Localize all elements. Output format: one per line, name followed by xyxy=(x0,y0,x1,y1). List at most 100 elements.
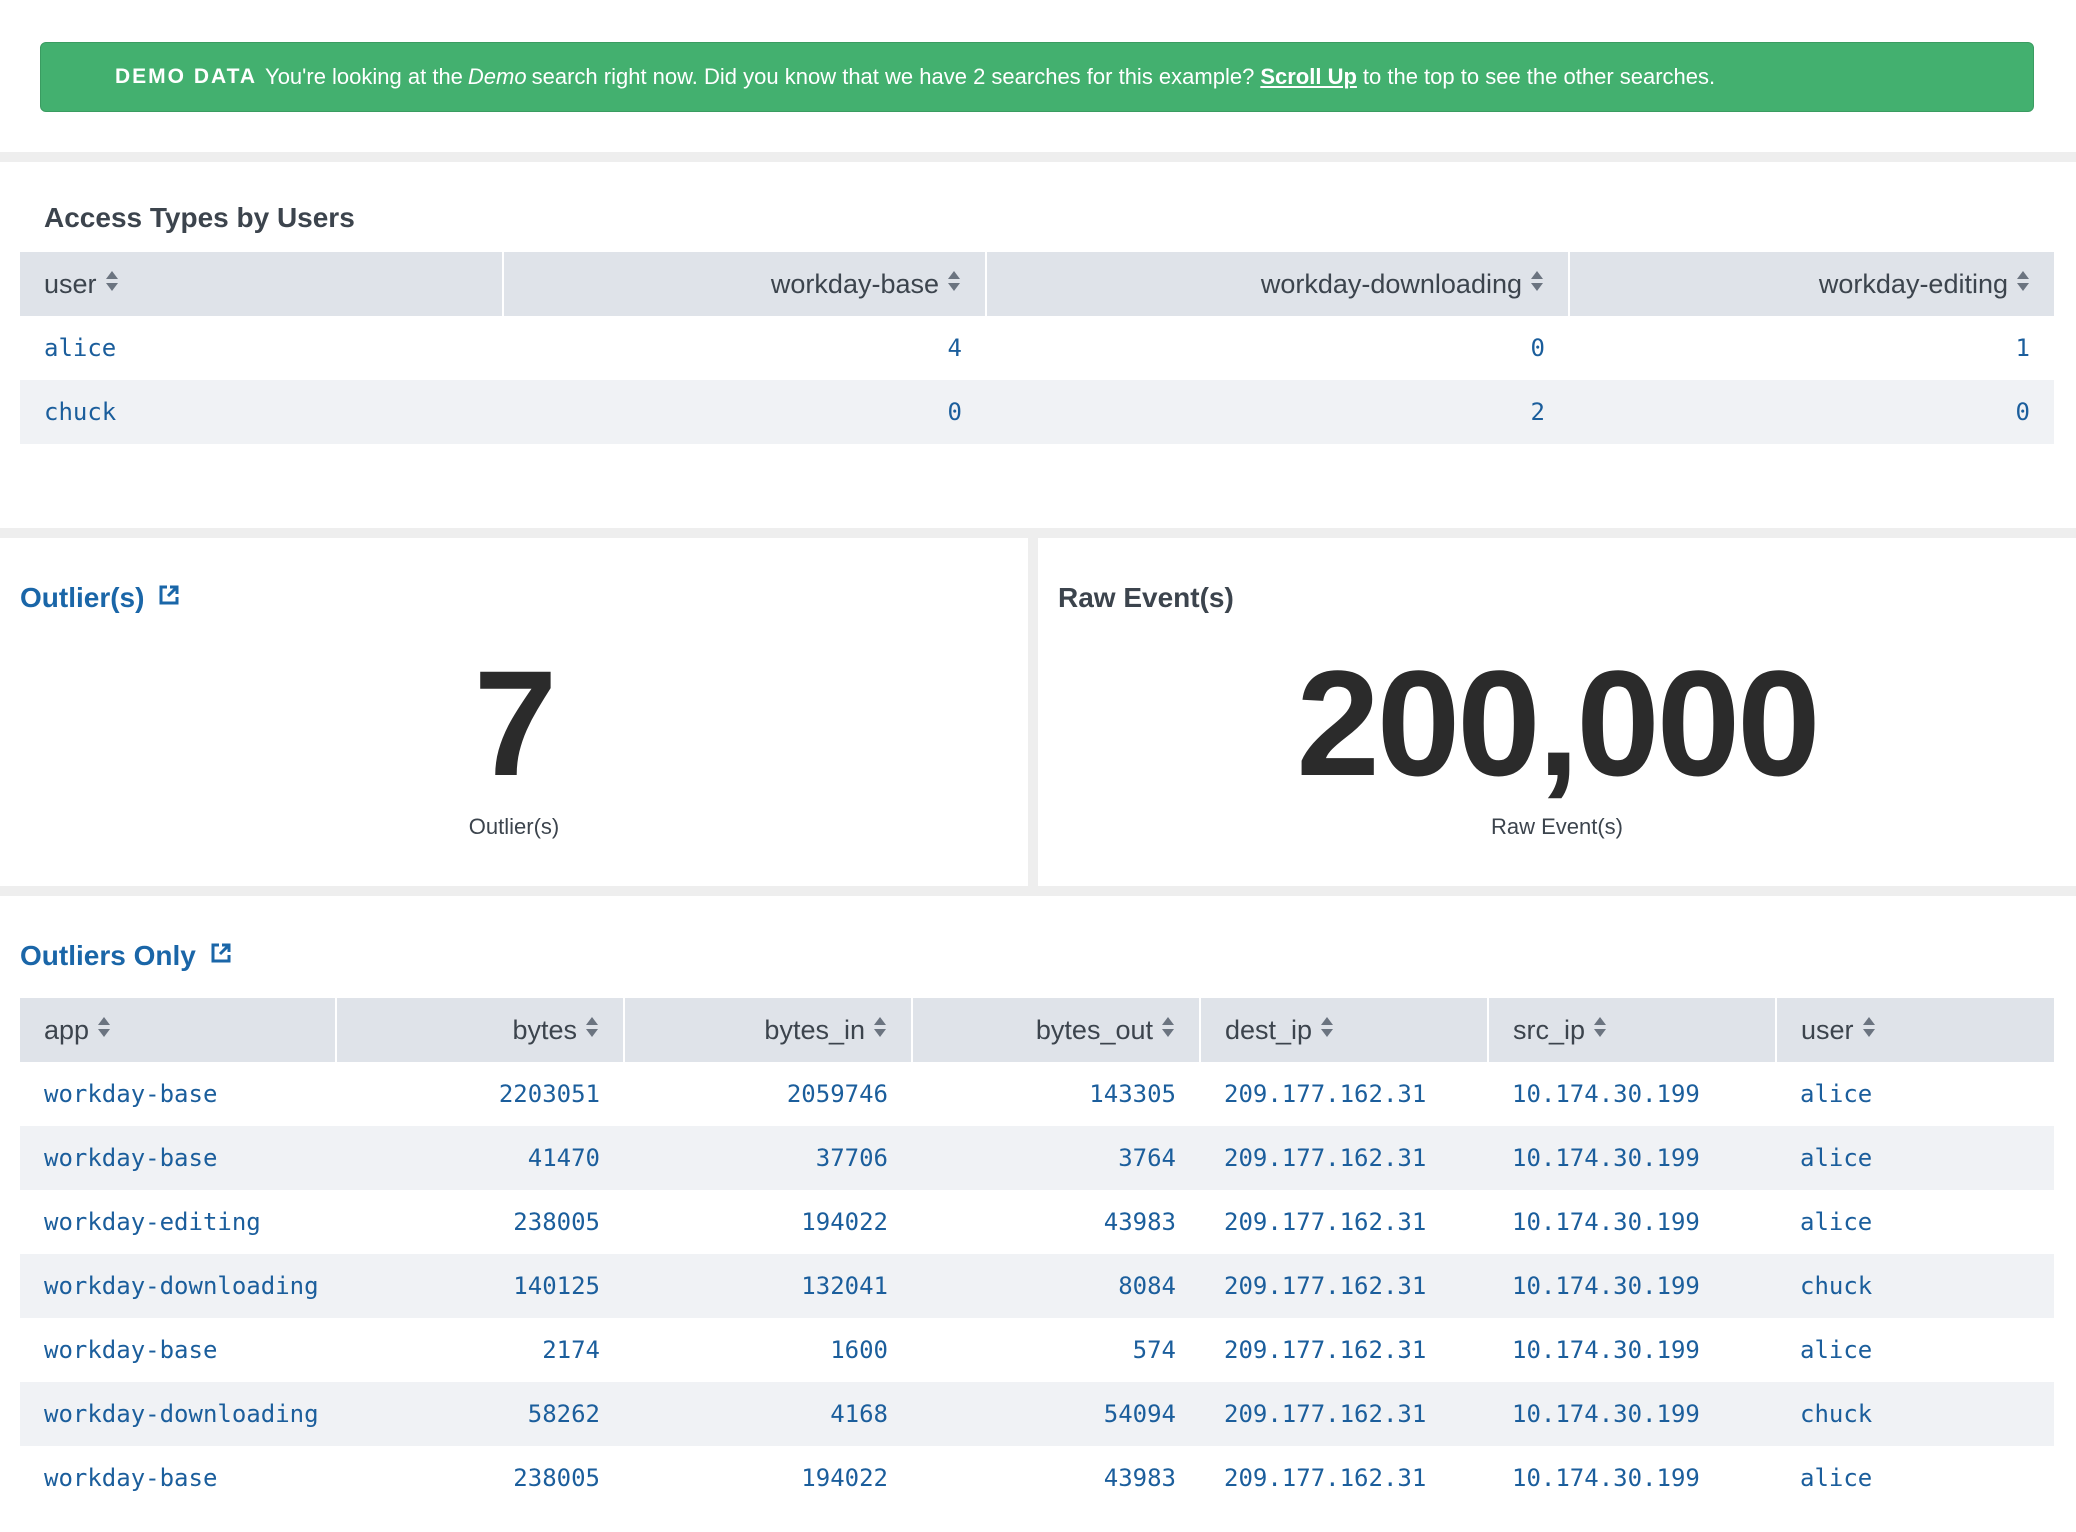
demo-data-banner: DEMO DATA You're looking at the Demo sea… xyxy=(40,42,2034,112)
table-header-row: app bytes bytes_in bytes_out dest_ip src… xyxy=(20,998,2054,1062)
table-cell[interactable]: 143305 xyxy=(912,1062,1200,1126)
table-cell[interactable]: 132041 xyxy=(624,1254,912,1318)
table-cell[interactable]: 209.177.162.31 xyxy=(1200,1126,1488,1190)
table-cell[interactable]: 10.174.30.199 xyxy=(1488,1382,1776,1446)
table-cell[interactable]: 0 xyxy=(986,316,1569,380)
sort-icon xyxy=(1862,1014,1876,1045)
table-cell[interactable]: 10.174.30.199 xyxy=(1488,1062,1776,1126)
table-cell[interactable]: 2 xyxy=(986,380,1569,444)
table-cell[interactable]: 10.174.30.199 xyxy=(1488,1254,1776,1318)
sort-icon xyxy=(2016,268,2030,299)
table-cell[interactable]: 2203051 xyxy=(336,1062,624,1126)
banner-search-name: Demo xyxy=(467,64,527,89)
column-header-user[interactable]: user xyxy=(20,252,503,316)
outliers-count-panel: Outlier(s) 7 Outlier(s) xyxy=(0,538,1028,886)
column-header-workday-downloading[interactable]: workday-downloading xyxy=(985,252,1569,316)
table-cell[interactable]: 209.177.162.31 xyxy=(1200,1446,1488,1510)
table-row: workday-downloading 140125 132041 8084 209.1… xyxy=(20,1254,2054,1318)
sort-icon xyxy=(105,268,119,299)
column-header-workday-base[interactable]: workday-base xyxy=(502,252,986,316)
table-cell[interactable]: workday-base xyxy=(20,1446,336,1510)
table-cell[interactable]: 2174 xyxy=(336,1318,624,1382)
table-cell[interactable]: 209.177.162.31 xyxy=(1200,1190,1488,1254)
table-row: alice 4 0 1 xyxy=(20,316,2054,380)
table-cell[interactable]: 0 xyxy=(1569,380,2054,444)
table-cell[interactable]: alice xyxy=(1776,1446,2054,1510)
table-cell[interactable]: 41470 xyxy=(336,1126,624,1190)
column-header-bytes-out[interactable]: bytes_out xyxy=(911,998,1200,1062)
table-cell[interactable]: 209.177.162.31 xyxy=(1200,1254,1488,1318)
table-cell[interactable]: 574 xyxy=(912,1318,1200,1382)
outliers-title-link[interactable]: Outlier(s) xyxy=(20,582,180,614)
scroll-up-link[interactable]: Scroll Up xyxy=(1260,64,1357,90)
table-cell[interactable]: 3764 xyxy=(912,1126,1200,1190)
table-cell[interactable]: 10.174.30.199 xyxy=(1488,1190,1776,1254)
table-cell[interactable]: 4168 xyxy=(624,1382,912,1446)
column-header-bytes[interactable]: bytes xyxy=(335,998,624,1062)
table-cell[interactable]: 238005 xyxy=(336,1190,624,1254)
column-header-app[interactable]: app xyxy=(20,998,336,1062)
table-cell[interactable]: 10.174.30.199 xyxy=(1488,1318,1776,1382)
sort-icon xyxy=(873,1014,887,1045)
table-cell[interactable]: 10.174.30.199 xyxy=(1488,1126,1776,1190)
table-cell[interactable]: 2059746 xyxy=(624,1062,912,1126)
outliers-label: Outlier(s) xyxy=(468,814,560,839)
table-cell[interactable]: 43983 xyxy=(912,1446,1200,1510)
table-cell[interactable]: 1600 xyxy=(624,1318,912,1382)
table-cell[interactable]: 58262 xyxy=(336,1382,624,1446)
table-header-row: user workday-base workday-downloading wo… xyxy=(20,252,2054,316)
table-cell[interactable]: workday-downloading xyxy=(20,1254,336,1318)
table-cell[interactable]: 209.177.162.31 xyxy=(1200,1382,1488,1446)
table-cell[interactable]: workday-base xyxy=(20,1062,336,1126)
table-cell[interactable]: alice xyxy=(1776,1062,2054,1126)
external-link-icon xyxy=(210,939,232,971)
outliers-only-table: app bytes bytes_in bytes_out dest_ip src… xyxy=(20,998,2054,1510)
table-cell[interactable]: chuck xyxy=(1776,1382,2054,1446)
table-row: workday-base 238005 194022 43983 209.177.162… xyxy=(20,1446,2054,1510)
raw-events-value: 200,000 xyxy=(1296,639,1820,807)
table-cell[interactable]: 37706 xyxy=(624,1126,912,1190)
outliers-only-title-link[interactable]: Outliers Only xyxy=(20,940,232,972)
table-cell[interactable]: chuck xyxy=(20,380,503,444)
sort-icon xyxy=(947,268,961,299)
table-cell[interactable]: 209.177.162.31 xyxy=(1200,1062,1488,1126)
table-row: workday-editing 238005 194022 43983 209.177.… xyxy=(20,1190,2054,1254)
table-cell[interactable]: 194022 xyxy=(624,1446,912,1510)
outliers-only-panel: Outliers Only app bytes bytes_in bytes_o… xyxy=(0,896,2076,1532)
table-cell[interactable]: 1 xyxy=(1569,316,2054,380)
table-row: chuck 0 2 0 xyxy=(20,380,2054,444)
table-cell[interactable]: 8084 xyxy=(912,1254,1200,1318)
table-cell[interactable]: workday-base xyxy=(20,1126,336,1190)
table-cell[interactable]: 0 xyxy=(503,380,986,444)
column-header-src-ip[interactable]: src_ip xyxy=(1487,998,1776,1062)
table-cell[interactable]: workday-base xyxy=(20,1318,336,1382)
table-cell[interactable]: alice xyxy=(20,316,503,380)
table-cell[interactable]: 194022 xyxy=(624,1190,912,1254)
access-types-panel: Access Types by Users user workday-base … xyxy=(0,162,2076,528)
outliers-value: 7 xyxy=(473,639,557,807)
table-cell[interactable]: 4 xyxy=(503,316,986,380)
table-cell[interactable]: 209.177.162.31 xyxy=(1200,1318,1488,1382)
column-header-workday-editing[interactable]: workday-editing xyxy=(1568,252,2054,316)
table-cell[interactable]: 140125 xyxy=(336,1254,624,1318)
table-cell[interactable]: workday-editing xyxy=(20,1190,336,1254)
column-header-dest-ip[interactable]: dest_ip xyxy=(1199,998,1488,1062)
column-header-bytes-in[interactable]: bytes_in xyxy=(623,998,912,1062)
table-cell[interactable]: 54094 xyxy=(912,1382,1200,1446)
access-types-title: Access Types by Users xyxy=(44,202,355,233)
table-cell[interactable]: 10.174.30.199 xyxy=(1488,1446,1776,1510)
sort-icon xyxy=(1161,1014,1175,1045)
column-header-user[interactable]: user xyxy=(1775,998,2054,1062)
table-cell[interactable]: alice xyxy=(1776,1190,2054,1254)
sort-icon xyxy=(585,1014,599,1045)
table-cell[interactable]: chuck xyxy=(1776,1254,2054,1318)
table-cell[interactable]: 238005 xyxy=(336,1446,624,1510)
demo-banner-panel: DEMO DATA You're looking at the Demo sea… xyxy=(0,0,2076,152)
table-cell[interactable]: alice xyxy=(1776,1126,2054,1190)
table-row: workday-base 2203051 2059746 143305 209.177.… xyxy=(20,1062,2054,1126)
raw-events-panel: Raw Event(s) 200,000 Raw Event(s) xyxy=(1038,538,2076,886)
table-cell[interactable]: alice xyxy=(1776,1318,2054,1382)
table-row: workday-downloading 58262 4168 54094 209.177… xyxy=(20,1382,2054,1446)
table-cell[interactable]: workday-downloading xyxy=(20,1382,336,1446)
table-cell[interactable]: 43983 xyxy=(912,1190,1200,1254)
